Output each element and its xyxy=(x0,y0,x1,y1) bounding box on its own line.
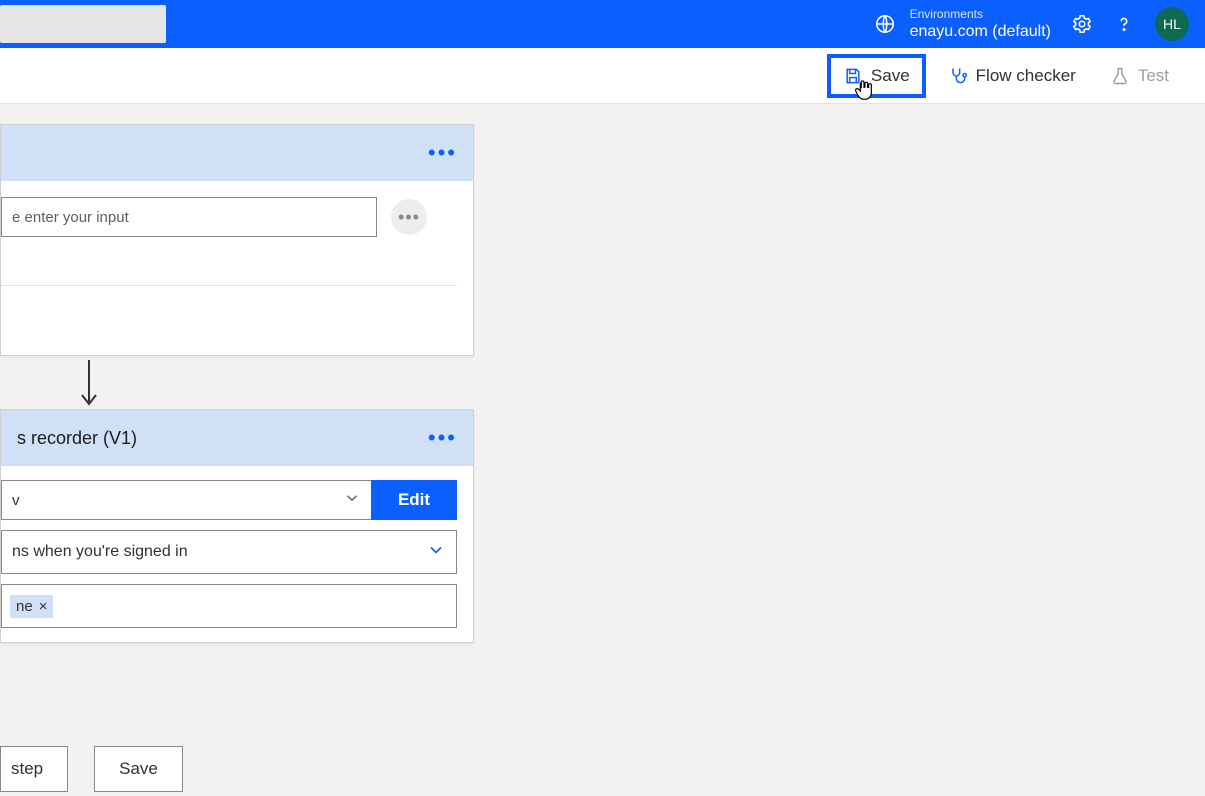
action-card-title: s recorder (V1) xyxy=(17,428,137,449)
search-input[interactable] xyxy=(0,5,166,43)
edit-button-label: Edit xyxy=(398,490,430,509)
environment-label: Environments xyxy=(910,7,1051,21)
save-bottom-label: Save xyxy=(119,759,158,778)
trigger-input[interactable] xyxy=(1,197,377,237)
toolbar: Save Flow checker Test xyxy=(0,48,1205,104)
flow-checker-label: Flow checker xyxy=(976,66,1076,86)
flow-select[interactable]: v xyxy=(1,480,371,520)
input-more-icon[interactable]: ••• xyxy=(391,199,427,235)
save-button-label: Save xyxy=(871,66,910,86)
ellipsis-icon[interactable]: ••• xyxy=(428,140,457,166)
edit-button[interactable]: Edit xyxy=(371,480,457,520)
new-step-label: step xyxy=(11,759,43,778)
test-button-label: Test xyxy=(1138,66,1169,86)
chevron-down-icon xyxy=(343,489,361,511)
ellipsis-icon[interactable]: ••• xyxy=(428,425,457,451)
stethoscope-icon xyxy=(948,66,968,86)
flow-checker-button[interactable]: Flow checker xyxy=(936,58,1088,94)
environment-name: enayu.com (default) xyxy=(910,22,1051,41)
run-mode-value: ns when you're signed in xyxy=(12,543,188,561)
avatar-initials: HL xyxy=(1163,16,1181,32)
close-icon[interactable]: × xyxy=(39,598,48,615)
dynamic-token[interactable]: ne × xyxy=(10,595,53,618)
trigger-card[interactable]: ••• ••• xyxy=(0,124,474,356)
token-label: ne xyxy=(16,598,33,615)
avatar[interactable]: HL xyxy=(1155,7,1189,41)
save-bottom-button[interactable]: Save xyxy=(94,746,183,792)
run-mode-select[interactable]: ns when you're signed in xyxy=(1,530,457,574)
arrow-down-icon xyxy=(74,356,104,409)
help-icon[interactable] xyxy=(1113,13,1135,35)
save-button[interactable]: Save xyxy=(827,54,926,98)
top-bar: Environments enayu.com (default) HL xyxy=(0,0,1205,48)
action-card-header[interactable]: s recorder (V1) ••• xyxy=(1,410,473,466)
divider xyxy=(1,285,457,286)
trigger-card-body: ••• xyxy=(1,181,473,237)
chevron-down-icon xyxy=(426,540,446,564)
action-card[interactable]: s recorder (V1) ••• v Edit ns when you'r… xyxy=(0,409,474,643)
environment-selector[interactable]: Environments enayu.com (default) xyxy=(874,7,1051,41)
top-bar-left xyxy=(0,5,166,43)
top-bar-right: Environments enayu.com (default) HL xyxy=(874,7,1189,41)
new-step-button[interactable]: step xyxy=(0,746,68,792)
globe-icon xyxy=(874,13,896,35)
bottom-actions: step Save xyxy=(0,746,183,792)
test-button[interactable]: Test xyxy=(1098,58,1181,94)
trigger-card-header[interactable]: ••• xyxy=(1,125,473,181)
flask-icon xyxy=(1110,66,1130,86)
save-icon xyxy=(843,66,863,86)
parameter-input[interactable]: ne × xyxy=(1,584,457,628)
flow-canvas: ••• ••• s recorder (V1) ••• v xyxy=(0,104,1205,796)
action-card-body: v Edit ns when you're signed in xyxy=(1,466,473,628)
gear-icon[interactable] xyxy=(1071,13,1093,35)
flow-select-value: v xyxy=(12,492,20,509)
